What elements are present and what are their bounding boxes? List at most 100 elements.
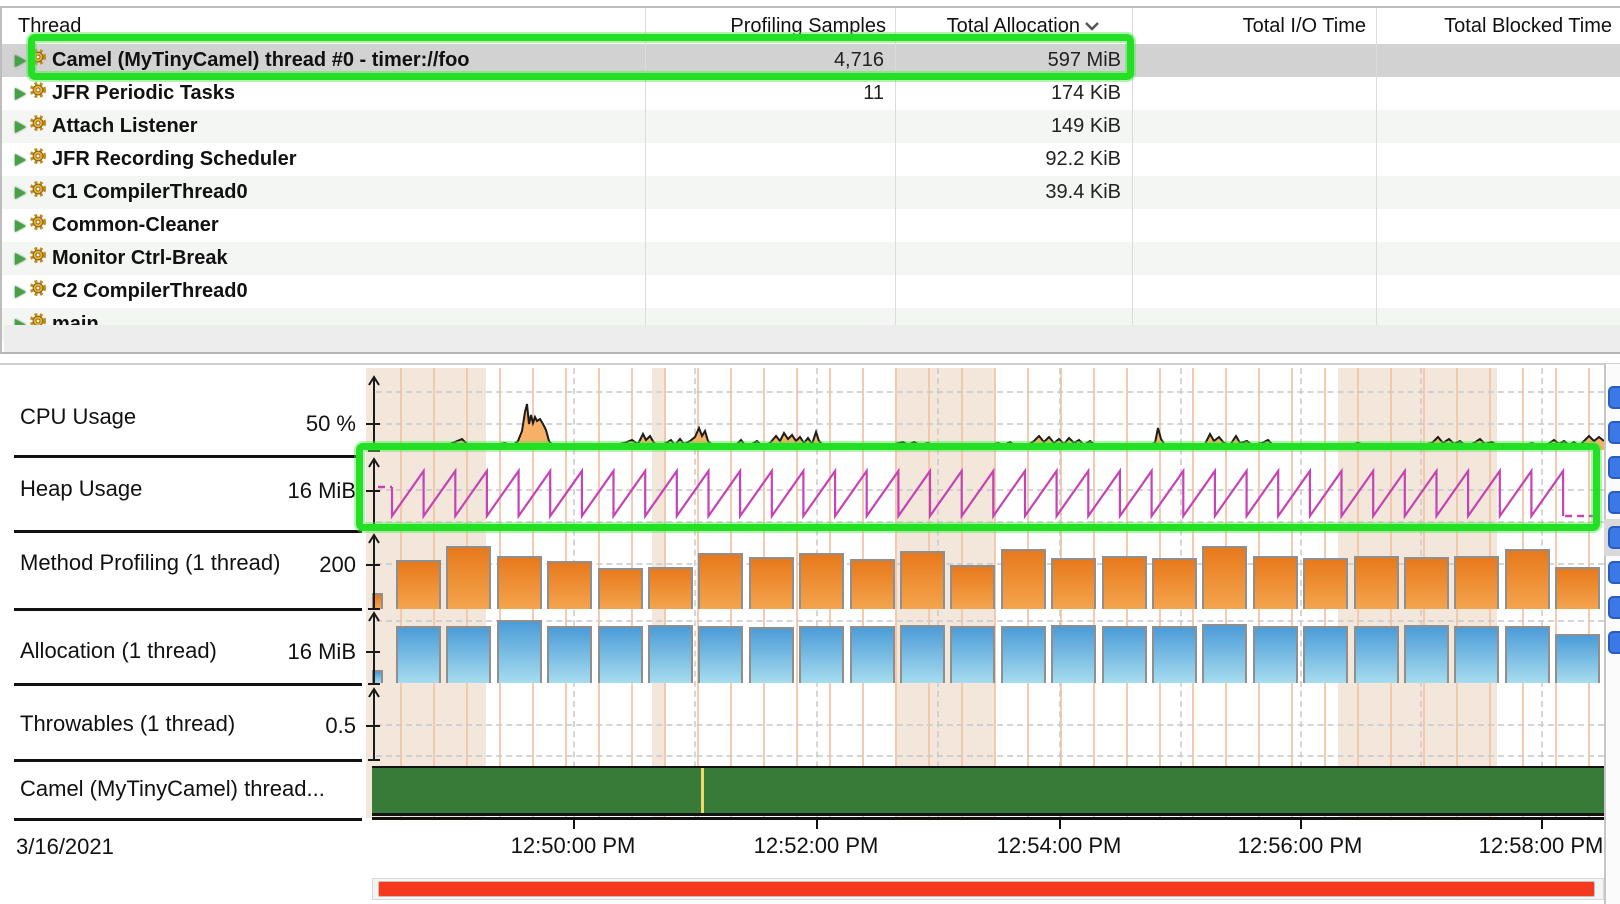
allocation-bar[interactable]: [1555, 634, 1600, 683]
table-row[interactable]: JFR Periodic Tasks11174 KiB: [2, 77, 1620, 110]
lane-settings-button[interactable]: [1608, 491, 1620, 514]
time-tick-label: 12:56:00 PM: [1180, 833, 1420, 859]
allocation-bar[interactable]: [1001, 626, 1046, 683]
table-row[interactable]: C1 CompilerThread0 39.4 KiB: [2, 176, 1620, 209]
cell-allocation: 39.4 KiB: [1045, 176, 1121, 209]
table-row[interactable]: C2 CompilerThread0: [2, 275, 1620, 308]
method-profiling-bar[interactable]: [900, 551, 945, 609]
method-profiling-bar[interactable]: [1454, 556, 1499, 609]
allocation-bar[interactable]: [1102, 626, 1147, 683]
table-hscrollbar-track[interactable]: [4, 325, 1620, 352]
lane-separator: [14, 608, 362, 611]
lane-settings-button[interactable]: [1608, 421, 1620, 444]
cell-allocation: 149 KiB: [1051, 110, 1121, 143]
method-profiling-bar[interactable]: [1555, 567, 1600, 609]
method-profiling-bar[interactable]: [698, 553, 743, 609]
allocation-bar[interactable]: [698, 626, 743, 683]
method-profiling-bar[interactable]: [749, 557, 794, 609]
allocation-bar[interactable]: [1505, 626, 1550, 683]
column-header-total-i-o-time[interactable]: Total I/O Time: [1243, 12, 1366, 40]
allocation-bar[interactable]: [446, 626, 491, 683]
expand-arrow-icon[interactable]: [15, 55, 26, 67]
allocation-bar[interactable]: [950, 626, 995, 683]
allocation-bar[interactable]: [1454, 626, 1499, 683]
timeline-zoom-thumb[interactable]: [378, 881, 1595, 897]
allocation-bar[interactable]: [1253, 626, 1298, 683]
allocation-bar[interactable]: [900, 625, 945, 683]
thread-name: C2 CompilerThread0: [52, 275, 248, 308]
method-profiling-bar[interactable]: [1152, 558, 1197, 609]
lane-settings-button[interactable]: [1608, 386, 1620, 409]
thread-name: JFR Recording Scheduler: [52, 143, 297, 176]
allocation-bar[interactable]: [1152, 626, 1197, 683]
expand-arrow-icon[interactable]: [15, 88, 26, 100]
method-profiling-bar-clipped: [372, 593, 383, 609]
allocation-bar[interactable]: [1404, 625, 1449, 683]
table-row[interactable]: Attach Listener 149 KiB: [2, 110, 1620, 143]
thread-gear-icon: [29, 147, 47, 165]
method-profiling-bar[interactable]: [648, 567, 693, 609]
method-profiling-bar[interactable]: [1505, 549, 1550, 609]
allocation-bar[interactable]: [1051, 625, 1096, 683]
cell-allocation: 92.2 KiB: [1045, 143, 1121, 176]
thread-lifetime-lane[interactable]: [372, 766, 1604, 816]
table-row[interactable]: Common-Cleaner: [2, 209, 1620, 242]
table-row[interactable]: JFR Recording Scheduler 92.2 KiB: [2, 143, 1620, 176]
allocation-bar[interactable]: [1354, 626, 1399, 683]
lane-settings-button[interactable]: [1608, 526, 1620, 549]
method-profiling-bar[interactable]: [1404, 557, 1449, 609]
expand-arrow-icon[interactable]: [15, 154, 26, 166]
allocation-bar[interactable]: [1202, 624, 1247, 683]
thread-name: C1 CompilerThread0: [52, 176, 248, 209]
profiler-threads-view: ThreadProfiling SamplesTotal AllocationT…: [0, 0, 1620, 904]
method-profiling-bar[interactable]: [1303, 558, 1348, 609]
method-profiling-bar[interactable]: [1001, 549, 1046, 609]
cell-allocation: 174 KiB: [1051, 77, 1121, 110]
event-marker-line: [701, 768, 704, 813]
method-profiling-bar[interactable]: [1051, 558, 1096, 609]
thread-name: JFR Periodic Tasks: [52, 77, 235, 110]
allocation-bar[interactable]: [1303, 626, 1348, 683]
method-profiling-bar[interactable]: [396, 560, 441, 609]
expand-arrow-icon[interactable]: [15, 121, 26, 133]
selected-thread-annotation: [28, 34, 1134, 80]
lane-tick-label: 50 %: [306, 410, 356, 438]
lane-settings-button[interactable]: [1608, 596, 1620, 619]
expand-arrow-icon[interactable]: [15, 220, 26, 232]
allocation-bar[interactable]: [497, 620, 542, 683]
expand-arrow-icon[interactable]: [15, 253, 26, 265]
lane-label-3: Method Profiling (1 thread): [20, 549, 280, 577]
expand-arrow-icon[interactable]: [15, 187, 26, 199]
method-profiling-bar[interactable]: [1202, 546, 1247, 609]
method-profiling-bar[interactable]: [1354, 556, 1399, 609]
lane-settings-button[interactable]: [1608, 456, 1620, 479]
method-profiling-bar[interactable]: [1253, 556, 1298, 609]
table-row[interactable]: Monitor Ctrl-Break: [2, 242, 1620, 275]
allocation-bar[interactable]: [547, 626, 592, 683]
method-profiling-bar[interactable]: [547, 561, 592, 609]
method-profiling-bar[interactable]: [1102, 556, 1147, 609]
thread-name: Attach Listener: [52, 110, 198, 143]
allocation-bar[interactable]: [799, 626, 844, 683]
method-profiling-bar[interactable]: [799, 553, 844, 609]
column-header-total-blocked-time[interactable]: Total Blocked Time: [1444, 12, 1612, 40]
event-gridline: [796, 368, 798, 818]
allocation-bar[interactable]: [648, 625, 693, 683]
allocation-bar[interactable]: [396, 626, 441, 683]
expand-arrow-icon[interactable]: [15, 286, 26, 298]
method-profiling-bar[interactable]: [950, 565, 995, 609]
lane-settings-button[interactable]: [1608, 631, 1620, 654]
value-gridline-dashed: [376, 620, 1604, 622]
lane-tick-label: 0.5: [325, 712, 356, 740]
lane-separator: [14, 455, 362, 458]
method-profiling-bar[interactable]: [598, 568, 643, 609]
allocation-bar[interactable]: [850, 626, 895, 683]
allocation-bar[interactable]: [598, 626, 643, 683]
method-profiling-bar[interactable]: [446, 546, 491, 609]
lane-settings-button[interactable]: [1608, 561, 1620, 584]
allocation-bar[interactable]: [749, 627, 794, 683]
method-profiling-bar[interactable]: [497, 556, 542, 609]
time-tick-mark: [816, 820, 818, 829]
lane-separator: [14, 818, 362, 821]
method-profiling-bar[interactable]: [850, 559, 895, 609]
